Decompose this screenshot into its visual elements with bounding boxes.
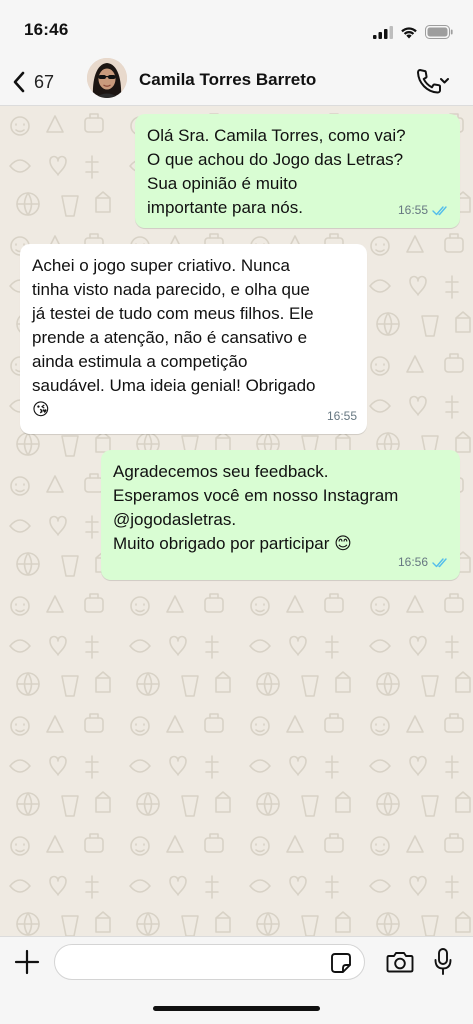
double-check-icon: [432, 205, 447, 215]
message-bubble-outgoing[interactable]: Agradecemos seu feedback. Esperamos você…: [101, 450, 460, 580]
attach-button[interactable]: [14, 949, 40, 975]
plus-icon: [14, 949, 40, 975]
status-bar: 16:46: [0, 0, 473, 58]
message-meta: 16:56: [398, 550, 450, 574]
message-time: 16:56: [397, 555, 428, 569]
message-line: Esperamos você em nosso Instagram: [113, 486, 399, 505]
status-icons: [373, 24, 453, 40]
microphone-icon: [434, 948, 452, 975]
message-line: @jogodasletras.: [113, 510, 237, 529]
message-meta: 16:55: [327, 404, 357, 428]
message-line: O que achou do Jogo das Letras?: [147, 150, 404, 169]
message-line: prende a atenção, não é cansativo e: [32, 328, 308, 347]
chat-header: 67 Camila Torres Barreto: [0, 58, 473, 106]
wifi-icon: [401, 26, 417, 38]
message-time: 16:55: [326, 409, 357, 423]
signal-icon: [373, 25, 393, 39]
sticker-button[interactable]: [330, 952, 352, 974]
camera-button[interactable]: [386, 950, 414, 974]
back-button[interactable]: 67: [12, 66, 54, 98]
sticker-icon: [331, 953, 351, 973]
message-time: 16:55: [397, 203, 428, 217]
message-line: tinha visto nada parecido, e olha que: [32, 280, 310, 299]
message-bubble-incoming[interactable]: Achei o jogo super criativo. Nunca tinha…: [20, 244, 367, 434]
battery-icon: [425, 25, 453, 39]
status-time: 16:46: [24, 20, 69, 39]
message-line: já testei de tudo com meus filhos. Ele: [32, 304, 314, 323]
phone-icon: [417, 69, 449, 94]
message-line: Olá Sra. Camila Torres, como vai?: [147, 126, 406, 145]
double-check-icon: [432, 557, 447, 567]
avatar[interactable]: [87, 58, 127, 98]
chat-area[interactable]: Olá Sra. Camila Torres, como vai? O que …: [0, 106, 473, 936]
avatar-photo: [87, 58, 127, 98]
message-emoji: 😘: [32, 400, 50, 419]
message-line: Agradecemos seu feedback.: [113, 462, 329, 481]
camera-icon: [386, 952, 414, 973]
unread-count: 67: [34, 71, 55, 92]
message-line: Achei o jogo super criativo. Nunca: [32, 256, 290, 275]
message-line: ainda estimula a competição: [32, 352, 248, 371]
chevron-left-icon: [13, 71, 25, 93]
home-indicator[interactable]: [153, 1006, 320, 1011]
message-line: saudável. Uma ideia genial! Obrigado: [32, 376, 316, 395]
message-line: Sua opinião é muito: [147, 174, 298, 193]
microphone-button[interactable]: [433, 947, 453, 977]
contact-name[interactable]: Camila Torres Barreto: [139, 70, 316, 90]
message-input[interactable]: [54, 944, 365, 980]
message-bubble-outgoing[interactable]: Olá Sra. Camila Torres, como vai? O que …: [135, 114, 460, 228]
call-button[interactable]: [415, 66, 449, 96]
message-meta: 16:55: [398, 198, 450, 222]
